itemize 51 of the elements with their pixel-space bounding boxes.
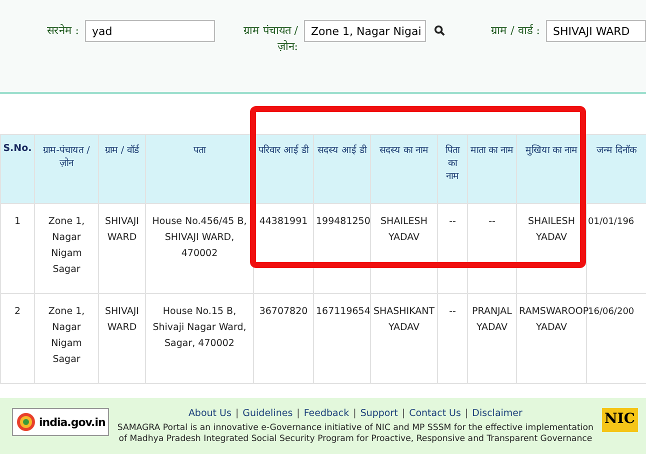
table-cell: SHAILESH YADAV [516,204,586,294]
column-header: ग्राम-पंचायत / ज़ोन [34,134,98,204]
field-label: ग्राम पंचायत / ज़ोन: [242,23,298,55]
column-header: मुखिया का नाम [516,134,586,204]
table-cell: -- [438,294,468,384]
table-cell: -- [438,204,468,294]
input-field[interactable]: SHIVAJI WARD [546,20,646,42]
footer-link[interactable]: About Us [188,408,232,419]
table-cell: Zone 1, Nagar Nigam Sagar [34,204,98,294]
table-cell: 167119654 [314,294,370,384]
field-label: ग्राम / वार्ड : [490,23,540,39]
table-cell: PRANJAL YADAV [468,294,516,384]
nic-logo: NIC [602,408,638,432]
table-cell: RAMSWAROOP YADAV [516,294,586,384]
column-header: पिता का नाम [438,134,468,204]
link-separator: | [235,408,239,419]
column-header: सदस्य का नाम [370,134,438,204]
table-cell: 36707820 [254,294,314,384]
column-header: S.No. [0,134,34,204]
table-cell: 199481250 [314,204,370,294]
footer-link[interactable]: Feedback [304,408,350,419]
table-cell: SHIVAJI WARD [98,204,146,294]
link-separator: | [402,408,406,419]
footer-link[interactable]: Disclaimer [472,408,522,419]
table-cell: SHASHIKANT YADAV [370,294,438,384]
table-cell: 44381991 [254,204,314,294]
column-header: सदस्य आई डी [314,134,370,204]
column-header: ग्राम / वॉर्ड [98,134,146,204]
footer-link[interactable]: Guidelines [242,408,293,419]
input-field[interactable]: yad [85,20,215,42]
table-cell: SHIVAJI WARD [98,294,146,384]
table-cell: -- [468,204,516,294]
table-cell: Zone 1, Nagar Nigam Sagar [34,294,98,384]
table-cell: 1 [0,204,34,294]
footer-link[interactable]: Support [360,408,398,419]
link-separator: | [296,408,300,419]
portal-description: SAMAGRA Portal is an innovative e-Governance initiative of NIC and MP SSSM for the effective implementation of Madhya Pradesh Integrated Social Security Program for Proactive, Responsive and Transparent Governance [117,423,594,445]
table-cell: House No.15 B, Shivaji Nagar Ward, Sagar, 470002 [146,294,254,384]
zone-select[interactable]: Zone 1, Nagar Nigai [304,20,426,42]
link-separator: | [464,408,468,419]
field-label: सरनेम : [46,23,79,39]
column-header: जन्म दिनॉक [586,134,646,204]
emblem-icon [16,412,36,432]
column-header: परिवार आई डी [254,134,314,204]
table-cell: 2 [0,294,34,384]
table-cell: SHAILESH YADAV [370,204,438,294]
logo-text: india.gov.in [39,416,106,428]
column-header: माता का नाम [468,134,516,204]
footer-link[interactable]: Contact Us [409,408,461,419]
link-separator: | [353,408,356,419]
search-icon[interactable] [434,25,445,36]
